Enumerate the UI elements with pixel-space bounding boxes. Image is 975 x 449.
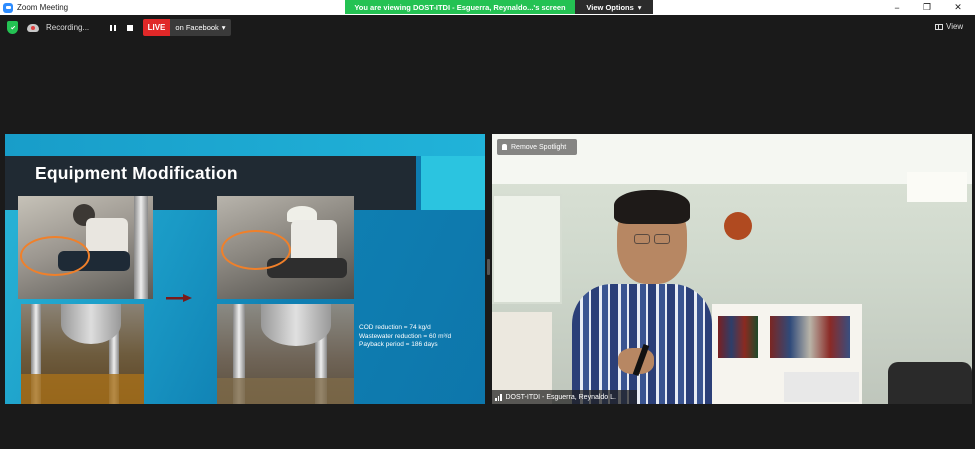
- live-destination-dropdown[interactable]: on Facebook ▾: [170, 19, 231, 36]
- books: [718, 316, 758, 358]
- zoom-logo-icon: [3, 2, 13, 13]
- cloud-recording-icon: [27, 23, 39, 32]
- minimize-icon: −: [894, 2, 900, 13]
- slide-top-band: [5, 134, 485, 156]
- view-label: View: [946, 22, 964, 31]
- stat-cod: COD reduction = 74 kg/d: [359, 324, 431, 331]
- stat-wastewater: Wastewater reduction = 60 m³/d: [359, 332, 452, 340]
- stat-payback: Payback period = 186 days: [359, 341, 438, 348]
- signal-strength-icon: [495, 393, 502, 401]
- close-button[interactable]: ✕: [944, 0, 972, 15]
- person-shirt: [572, 284, 712, 404]
- window-title: Zoom Meeting: [17, 3, 69, 12]
- pause-recording-button[interactable]: [107, 22, 119, 33]
- participant-name-bar: DOST-ITDI - Esguerra, Reynaldo L.: [492, 390, 637, 404]
- recording-indicator: Recording...: [27, 19, 137, 36]
- encryption-shield-icon[interactable]: [7, 21, 18, 34]
- slide-accent-block: [421, 156, 485, 210]
- restore-button[interactable]: ❐: [913, 0, 941, 15]
- glasses-icon: [634, 234, 650, 244]
- glasses-icon: [654, 234, 670, 244]
- before-photo-worker: [18, 196, 153, 299]
- share-status-text: You are viewing DOST-ITDI - Esguerra, Re…: [345, 0, 575, 14]
- shared-screen-slide: Equipment Modification COD reduction = 7…: [5, 134, 485, 404]
- person-hair: [614, 190, 690, 224]
- paper-stack: [784, 372, 859, 402]
- slide-stats: COD reduction = 74 kg/d Wastewater reduc…: [359, 324, 451, 350]
- ceiling-light: [907, 172, 967, 202]
- live-badge: LIVE: [143, 19, 170, 36]
- restore-icon: ❐: [922, 2, 932, 12]
- close-icon: ✕: [954, 2, 962, 12]
- minimize-button[interactable]: −: [883, 0, 911, 15]
- chevron-down-icon: ▾: [637, 2, 642, 12]
- split-view-divider[interactable]: [487, 259, 490, 275]
- spotlight-label: Remove Spotlight: [511, 143, 567, 151]
- arrow-right-icon: [166, 294, 192, 302]
- view-options-button[interactable]: View Options ▾: [575, 0, 653, 14]
- slide-title: Equipment Modification: [35, 163, 238, 183]
- after-photo-tank: [217, 304, 354, 404]
- remove-spotlight-button[interactable]: Remove Spotlight: [497, 139, 577, 155]
- gallery-view-icon: [935, 23, 943, 30]
- live-destination-label: on Facebook: [175, 23, 219, 32]
- participant-name: DOST-ITDI - Esguerra, Reynaldo L.: [505, 393, 616, 401]
- chevron-down-icon: ▾: [221, 23, 226, 32]
- screen-share-banner: You are viewing DOST-ITDI - Esguerra, Re…: [345, 0, 653, 14]
- wall-clock-icon: [724, 212, 752, 240]
- highlight-ring: [20, 236, 90, 276]
- participant-video-tile: Remove Spotlight DOST-ITDI - Esguerra, R…: [492, 134, 972, 404]
- bag: [888, 362, 972, 404]
- window-frame: [492, 194, 562, 304]
- recording-label: Recording...: [46, 23, 90, 32]
- highlight-ring: [221, 230, 291, 270]
- before-photo-tank: [21, 304, 144, 404]
- after-photo-worker: [217, 196, 354, 299]
- view-options-label: View Options: [586, 2, 634, 12]
- view-button[interactable]: View: [935, 19, 969, 34]
- pin-icon: [502, 144, 507, 150]
- stop-recording-button[interactable]: [124, 22, 136, 33]
- books: [770, 316, 850, 358]
